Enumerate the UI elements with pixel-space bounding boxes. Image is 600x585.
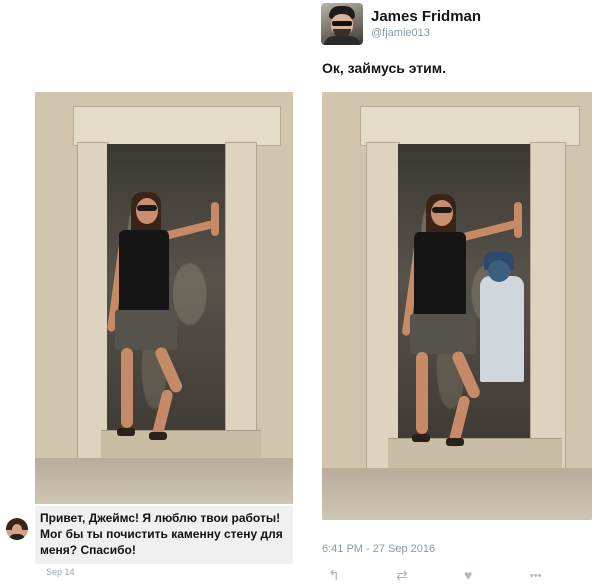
retweet-icon[interactable]: ⇄ [396, 567, 408, 584]
reply-icon[interactable]: ↰ [328, 567, 340, 584]
requester-avatar[interactable] [6, 518, 28, 540]
author-avatar[interactable] [321, 3, 363, 45]
like-icon[interactable]: ♥ [464, 567, 472, 583]
edited-photo[interactable] [322, 92, 592, 520]
author-name[interactable]: James Fridman [371, 8, 481, 25]
tweet-text: Ок, займусь этим. [322, 60, 446, 76]
original-photo[interactable] [35, 92, 293, 504]
author-handle[interactable]: @fjamie013 [371, 27, 430, 39]
tweet-timestamp[interactable]: 6:41 PM - 27 Sep 2016 [322, 543, 435, 555]
message-date: Sep 14 [46, 567, 75, 577]
more-icon[interactable]: ••• [530, 570, 542, 582]
message-text: Привет, Джеймс! Я люблю твои работы! Мог… [40, 511, 283, 557]
